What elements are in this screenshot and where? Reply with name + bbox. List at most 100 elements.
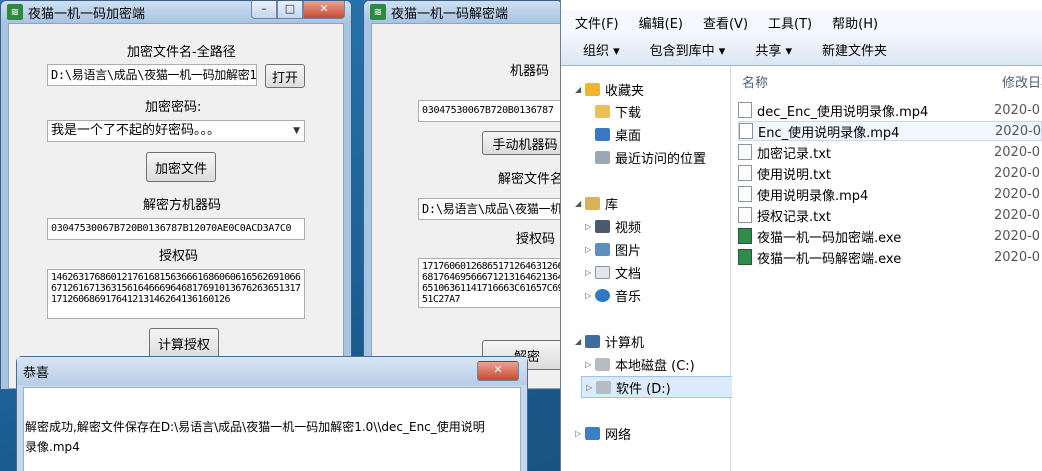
app-logo-icon: ≋: [7, 4, 23, 20]
include-in-library-button[interactable]: 包含到库中 ▾: [650, 40, 726, 59]
video-file-icon: [738, 102, 752, 118]
file-date: 2020-0: [994, 165, 1041, 181]
minimize-button[interactable]: –: [251, 1, 277, 19]
recent-places-icon: [595, 151, 610, 164]
menu-edit[interactable]: 编辑(E): [639, 13, 683, 32]
file-row[interactable]: 夜猫一机一码加密端.exe 2020-0: [738, 226, 1042, 246]
navigation-pane: ◢ 收藏夹 下载 桌面 最近访问的位置 ◢ 库 ▷ 视频 ▷ 图片 ▷ 文档 ▷…: [561, 66, 749, 471]
organize-button[interactable]: 组织 ▾: [583, 40, 620, 59]
nav-label: 收藏夹: [605, 84, 645, 99]
password-label: 加密密码:: [145, 100, 202, 115]
menu-view[interactable]: 查看(V): [703, 13, 748, 32]
decrypt-file-input[interactable]: D:\易语言\成品\夜猫一机一: [418, 198, 562, 220]
explorer-command-bar: 组织 ▾ 包含到库中 ▾ 共享 ▾ 新建文件夹: [561, 34, 1042, 66]
column-header-name[interactable]: 名称: [742, 72, 768, 91]
machine-code-input[interactable]: 03047530067B720B0136787: [418, 100, 562, 122]
nav-recent[interactable]: 最近访问的位置: [595, 148, 706, 167]
auth-code-label: 授权码: [159, 249, 199, 264]
file-date: 2020-0: [994, 144, 1041, 160]
app-logo-icon: ≋: [370, 4, 386, 20]
file-row[interactable]: 夜猫一机一码解密端.exe 2020-0: [738, 247, 1042, 267]
library-icon: [585, 197, 600, 210]
machine-code-input[interactable]: 03047530067B720B0136787B12070AE0C0ACD3A7…: [47, 218, 305, 240]
nav-videos[interactable]: ▷ 视频: [585, 217, 641, 236]
success-message-dialog: 恭喜 ✕ 解密成功,解密文件保存在D:\易语言\成品\夜猫一机一码加解密1.0\…: [16, 356, 528, 471]
encrypt-file-button[interactable]: 加密文件: [146, 152, 216, 182]
file-list-pane: 名称 修改日期 dec_Enc_使用说明录像.mp4 2020-0 Enc_使用…: [732, 66, 1042, 471]
encrypt-window: ≋ 夜猫一机一码加密端 – □ ✕ 加密文件名-全路径 D:\易语言\成品\夜猫…: [0, 0, 352, 390]
nav-label: 图片: [615, 244, 642, 259]
nav-downloads[interactable]: 下载: [595, 102, 641, 121]
maximize-button[interactable]: □: [277, 1, 303, 19]
encrypt-window-titlebar[interactable]: ≋ 夜猫一机一码加密端 – □ ✕: [1, 1, 351, 23]
file-date: 2020-0: [995, 123, 1042, 139]
nav-computer[interactable]: ◢ 计算机: [575, 332, 644, 351]
exe-file-icon: [738, 228, 752, 244]
file-row[interactable]: 使用说明录像.mp4 2020-0: [738, 184, 1042, 204]
exe-file-icon: [738, 249, 752, 265]
nav-local-disk[interactable]: ▷ 本地磁盘 (C:): [585, 355, 695, 374]
decrypt-window-client: 机器码 03047530067B720B0136787 手动机器码 解密文件名 …: [371, 23, 562, 389]
nav-documents[interactable]: ▷ 文档: [585, 263, 641, 282]
file-path-input[interactable]: D:\易语言\成品\夜猫一机一码加解密1: [47, 64, 257, 86]
nav-favorites[interactable]: ◢ 收藏夹: [575, 80, 644, 99]
file-date: 2020-0: [994, 228, 1041, 244]
close-button[interactable]: ✕: [477, 361, 519, 381]
nav-label: 下载: [615, 106, 642, 121]
nav-pictures[interactable]: ▷ 图片: [585, 240, 641, 259]
auth-code-textarea[interactable]: 1462631768601217616815636661686060616562…: [47, 269, 305, 319]
dialog-message: 解密成功,解密文件保存在D:\易语言\成品\夜猫一机一码加解密1.0\\dec_…: [25, 420, 485, 454]
nav-label: 库: [605, 198, 619, 213]
text-file-icon: [738, 144, 752, 160]
file-date: 2020-0: [994, 102, 1041, 118]
nav-libraries[interactable]: ◢ 库: [575, 194, 618, 213]
file-row[interactable]: Enc_使用说明录像.mp4 2020-0: [738, 121, 1042, 141]
menu-help[interactable]: 帮助(H): [832, 13, 878, 32]
column-header-modified[interactable]: 修改日期: [1002, 72, 1042, 91]
nav-software-disk[interactable]: ▷ 软件 (D:): [581, 376, 749, 398]
star-icon: [585, 83, 600, 96]
file-name: 加密记录.txt: [757, 146, 832, 162]
nav-network[interactable]: ▷ 网络: [575, 424, 631, 443]
chevron-down-icon[interactable]: ▼: [293, 121, 300, 141]
window-title: 夜猫一机一码加密端: [28, 6, 146, 22]
new-folder-button[interactable]: 新建文件夹: [822, 40, 887, 59]
nav-desktop[interactable]: 桌面: [595, 125, 641, 144]
auth-code-textarea[interactable]: 1717606012686517126463126664681764695666…: [418, 258, 562, 308]
file-row[interactable]: 使用说明.txt 2020-0: [738, 163, 1042, 183]
document-library-icon: [595, 266, 610, 279]
nav-music[interactable]: ▷ 音乐: [585, 286, 641, 305]
decrypt-window: ≋ 夜猫一机一码解密端 机器码 03047530067B720B0136787 …: [363, 0, 563, 390]
share-button[interactable]: 共享 ▾: [755, 40, 792, 59]
file-row[interactable]: 授权记录.txt 2020-0: [738, 205, 1042, 225]
file-row[interactable]: 加密记录.txt 2020-0: [738, 142, 1042, 162]
video-file-icon: [738, 186, 752, 202]
decrypt-window-titlebar[interactable]: ≋ 夜猫一机一码解密端: [364, 1, 562, 23]
menu-tools[interactable]: 工具(T): [768, 13, 812, 32]
dialog-title: 恭喜: [23, 365, 50, 381]
file-row[interactable]: dec_Enc_使用说明录像.mp4 2020-0: [738, 100, 1042, 120]
music-library-icon: [595, 289, 610, 302]
file-name: 授权记录.txt: [757, 209, 832, 225]
file-date: 2020-0: [994, 207, 1041, 223]
file-name: 使用说明.txt: [757, 167, 832, 183]
network-icon: [585, 427, 600, 440]
nav-label: 音乐: [615, 290, 642, 305]
text-file-icon: [738, 207, 752, 223]
machine-code-label: 机器码: [510, 64, 550, 79]
hard-drive-icon: [595, 358, 610, 371]
nav-label: 网络: [605, 428, 632, 443]
auth-code-label: 授权码: [516, 232, 556, 247]
menu-file[interactable]: 文件(F): [575, 13, 619, 32]
manual-machine-code-button[interactable]: 手动机器码: [482, 131, 562, 155]
computer-icon: [585, 335, 600, 348]
hard-drive-icon: [596, 380, 611, 394]
dialog-titlebar[interactable]: 恭喜 ✕: [17, 357, 527, 385]
video-library-icon: [595, 220, 610, 233]
nav-label: 文档: [615, 267, 642, 282]
password-combobox[interactable]: 我是一个了不起的好密码。。。 ▼: [47, 120, 305, 142]
open-button[interactable]: 打开: [265, 64, 305, 88]
calc-auth-button[interactable]: 计算授权: [149, 328, 219, 358]
close-button[interactable]: ✕: [303, 1, 345, 19]
text-file-icon: [738, 165, 752, 181]
